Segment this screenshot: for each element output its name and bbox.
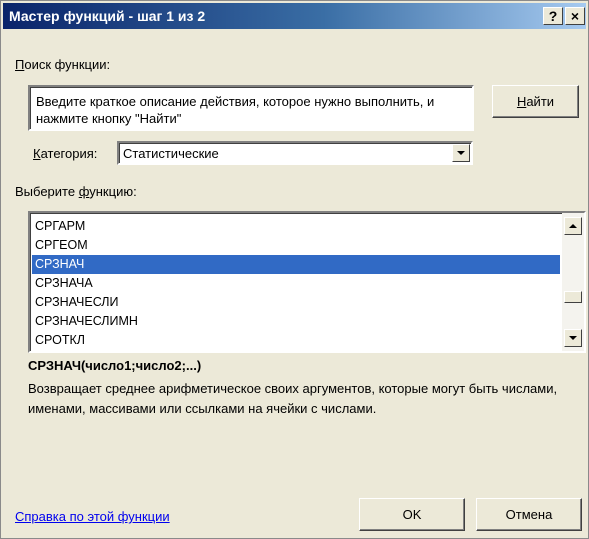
help-icon[interactable]: ? (543, 7, 563, 25)
function-list[interactable]: СРГАРМ СРГЕОМ СРЗНАЧ СРЗНАЧА СРЗНАЧЕСЛИ СРЗНА… (28, 211, 586, 353)
function-list-item[interactable]: СРЗНАЧЕСЛИМН (32, 312, 560, 331)
function-description: Возвращает среднее арифметическое своих … (28, 381, 558, 416)
function-list-item[interactable]: СРЗНАЧЕСЛИ (32, 293, 560, 312)
function-signature: СРЗНАЧ(число1;число2;...) (28, 358, 202, 373)
category-select-value: Статистические (123, 146, 219, 161)
find-button[interactable]: Найти (492, 85, 579, 118)
function-list-scrollbar[interactable] (562, 213, 584, 351)
function-list-item[interactable]: СРГАРМ (32, 217, 560, 236)
function-wizard-dialog: Мастер функций - шаг 1 из 2 ? × Поиск фу… (0, 0, 589, 539)
search-input-text: Введите краткое описание действия, котор… (36, 94, 435, 126)
title-bar[interactable]: Мастер функций - шаг 1 из 2 ? × (3, 3, 586, 29)
function-help-link[interactable]: Справка по этой функции (15, 509, 170, 524)
function-list-item[interactable]: СРОТКЛ (32, 331, 560, 350)
scroll-down-icon[interactable] (564, 329, 582, 347)
category-select[interactable]: Статистические (117, 141, 473, 165)
function-list-label: Выберите функцию: (15, 184, 137, 199)
scroll-up-icon[interactable] (564, 217, 582, 235)
ok-button[interactable]: OK (359, 498, 465, 531)
window-title: Мастер функций - шаг 1 из 2 (9, 8, 206, 24)
search-input[interactable]: Введите краткое описание действия, котор… (28, 85, 474, 131)
search-label: Поиск функции: (15, 57, 111, 72)
function-list-item[interactable]: СРГЕОМ (32, 236, 560, 255)
function-list-item[interactable]: СРЗНАЧ (32, 255, 560, 274)
chevron-down-icon[interactable] (452, 144, 470, 162)
function-list-items: СРГАРМ СРГЕОМ СРЗНАЧ СРЗНАЧА СРЗНАЧЕСЛИ СРЗНА… (32, 217, 560, 350)
scrollbar-thumb[interactable] (564, 291, 582, 303)
close-icon[interactable]: × (565, 7, 585, 25)
function-list-item[interactable]: СРЗНАЧА (32, 274, 560, 293)
category-label: Категория: (33, 146, 98, 161)
cancel-button[interactable]: Отмена (476, 498, 582, 531)
